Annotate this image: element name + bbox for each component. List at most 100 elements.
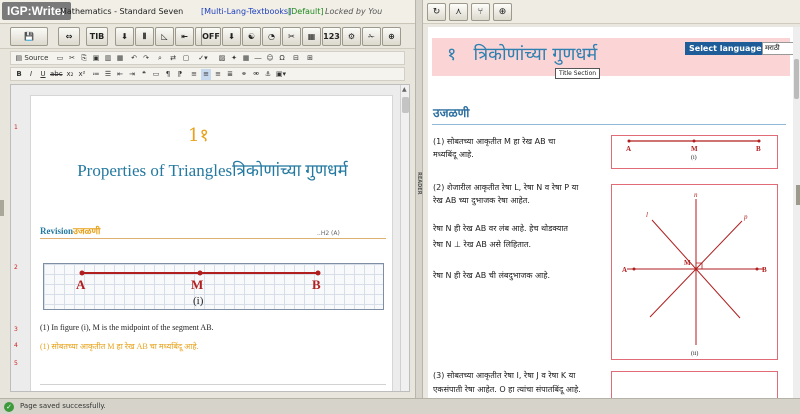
editor-scrollbar[interactable]: ▲ [400, 85, 409, 391]
undo-icon[interactable]: ↶ [129, 53, 139, 64]
flash-icon[interactable]: ✦ [229, 53, 239, 64]
superscript-icon[interactable]: x² [77, 69, 87, 80]
scroll-up-icon[interactable]: ▲ [402, 86, 407, 93]
reader-p3-line1: रेषा N ही रेख AB वर लंब आहे. हेच थोडक्या… [433, 224, 568, 233]
reader-view[interactable]: १ त्रिकोणांच्या गुणधर्म Select language … [428, 27, 800, 398]
status-bar: ✓ Page saved successfully. [0, 398, 800, 414]
editor-area[interactable]: 1 2 3 4 5 1१ Properties of Trianglesत्रि… [10, 84, 410, 392]
smiley-icon[interactable]: ☺ [265, 53, 275, 64]
triangle-button[interactable]: ◺ [155, 27, 174, 46]
paragraph-en[interactable]: (1) In figure (i), M is the midpoint of … [40, 323, 214, 332]
subscript-icon[interactable]: x₂ [65, 69, 75, 80]
paragraph-mr[interactable]: (1) सोबतच्या आकृतीत M हा रेख AB चा मध्यब… [40, 341, 199, 352]
reader-toggle[interactable]: READER [416, 172, 422, 197]
line-number: 1 [14, 124, 18, 131]
link-button[interactable]: ⊕ [382, 27, 401, 46]
figure-i[interactable]: A M B (i) [43, 263, 384, 310]
point-m-ii [694, 267, 698, 271]
document-page[interactable]: 1१ Properties of Trianglesत्रिकोणांच्या … [30, 95, 393, 391]
reader-p1-line2: मध्यबिंदू आहे. [433, 150, 474, 159]
left-collapse-handle[interactable] [0, 200, 4, 216]
cut-icon[interactable]: ✂ [67, 53, 77, 64]
save-button[interactable]: 💾 [10, 27, 48, 46]
reader-figure-caption-ii: (ii) [691, 350, 698, 357]
copy-icon[interactable]: ⎘ [79, 53, 89, 64]
tib-button[interactable]: TIB [86, 27, 108, 46]
blockquote-icon[interactable]: ❝ [139, 69, 149, 80]
table-icon[interactable]: ▦ [241, 53, 251, 64]
strike-icon[interactable]: abc [50, 69, 63, 80]
div-icon[interactable]: ▭ [151, 69, 161, 80]
chart-icon[interactable]: ⋏ [449, 3, 468, 21]
line-number: 4 [14, 342, 18, 349]
title-bar: IGP:Writer Mathematics - Standard Seven … [0, 0, 415, 24]
default-link[interactable]: [Default] [288, 6, 323, 18]
select-all-icon[interactable]: ▢ [181, 53, 191, 64]
numeric-button[interactable]: 123 [322, 27, 341, 46]
new-page-icon[interactable]: ▭ [55, 53, 65, 64]
title-section[interactable]: १ त्रिकोणांच्या गुणधर्म Select language … [432, 38, 800, 76]
align-right-icon[interactable]: ≡ [213, 69, 223, 80]
redo-icon[interactable]: ↷ [141, 53, 151, 64]
numbered-list-icon[interactable]: ≔ [91, 69, 101, 80]
reader-figure-iii[interactable] [611, 371, 778, 398]
outdent-icon[interactable]: ⇤ [115, 69, 125, 80]
scroll-thumb[interactable] [402, 97, 409, 113]
down-button[interactable]: ⬇ [222, 27, 241, 46]
cut-button[interactable]: ✂ [282, 27, 301, 46]
align-center-icon[interactable]: ≡ [201, 69, 211, 80]
point-a-ii [632, 267, 636, 271]
justify-icon[interactable]: ≣ [225, 69, 235, 80]
anchor-icon[interactable]: ⚓ [263, 69, 273, 80]
special-char-icon[interactable]: Ω [277, 53, 287, 64]
label-p: p [743, 213, 748, 221]
fill-button[interactable]: ⬇ [115, 27, 134, 46]
textbook-link[interactable]: [Multi-Lang-Textbooks] [201, 6, 291, 18]
reader-p1-line1: (1) सोबतच्या आकृतीत M हा रेख AB चा [433, 137, 556, 146]
paste-word-icon[interactable]: ▦ [115, 53, 125, 64]
indent-icon[interactable]: ⇥ [127, 69, 137, 80]
italic-icon[interactable]: I [26, 69, 36, 80]
replace-icon[interactable]: ⇄ [167, 53, 179, 64]
rtl-icon[interactable]: ⁋ [175, 69, 185, 80]
reader-pane: ↻ ⋏ ⑂ ⊕ १ त्रिकोणांच्या गुणधर्म Select l… [423, 0, 800, 398]
bullet-list-icon[interactable]: ☰ [103, 69, 113, 80]
ltr-icon[interactable]: ¶ [163, 69, 173, 80]
subheading-divider [432, 124, 786, 125]
right-collapse-handle[interactable] [796, 185, 800, 205]
underline-icon[interactable]: U [38, 69, 48, 80]
reader-p2-line2: रेख AB च्या दुभाजक रेषा आहेत. [433, 196, 530, 205]
show-blocks-icon[interactable]: ▣▾ [275, 69, 287, 80]
maximize-icon[interactable]: ⊞ [305, 53, 315, 64]
reader-scrollbar[interactable] [793, 27, 800, 398]
paste-text-icon[interactable]: ▥ [103, 53, 113, 64]
swap-button[interactable]: ⇔ [58, 27, 80, 46]
table-button[interactable]: ▦ [302, 27, 321, 46]
branch-icon[interactable]: ⑂ [471, 3, 490, 21]
reader-figure-ii[interactable]: A B M n l p (ii) [611, 184, 778, 360]
bold-icon[interactable]: B [14, 69, 24, 80]
refresh-icon[interactable]: ↻ [427, 3, 446, 21]
spellcheck-icon[interactable]: ✓▾ [193, 53, 213, 64]
yinyang-button[interactable]: ☯ [242, 27, 261, 46]
line-number: 5 [14, 360, 18, 367]
source-button[interactable]: ▤ Source [14, 53, 50, 64]
merge-button[interactable]: ⇤ [175, 27, 194, 46]
hline-icon[interactable]: ― [253, 53, 263, 64]
align-left-icon[interactable]: ≡ [189, 69, 199, 80]
unlink-icon[interactable]: ⚮ [251, 69, 261, 80]
image-icon[interactable]: ▨ [217, 53, 227, 64]
pagebreak-icon[interactable]: ⊟ [291, 53, 301, 64]
pane-splitter[interactable]: READER [415, 0, 423, 398]
link-icon[interactable]: ⚭ [239, 69, 249, 80]
nodes-button[interactable]: ◔ [262, 27, 281, 46]
settings-button[interactable]: ⚙ [342, 27, 361, 46]
paste-icon[interactable]: ▣ [91, 53, 101, 64]
off-button[interactable]: OFF [201, 27, 221, 46]
globe-icon[interactable]: ⊕ [493, 3, 512, 21]
reader-figure-i[interactable]: A M B (i) [611, 135, 778, 169]
column-button[interactable]: ⦀ [135, 27, 154, 46]
reader-scroll-thumb[interactable] [794, 59, 799, 99]
scissors-button[interactable]: ✁ [362, 27, 381, 46]
find-icon[interactable]: ⌕ [155, 53, 165, 64]
